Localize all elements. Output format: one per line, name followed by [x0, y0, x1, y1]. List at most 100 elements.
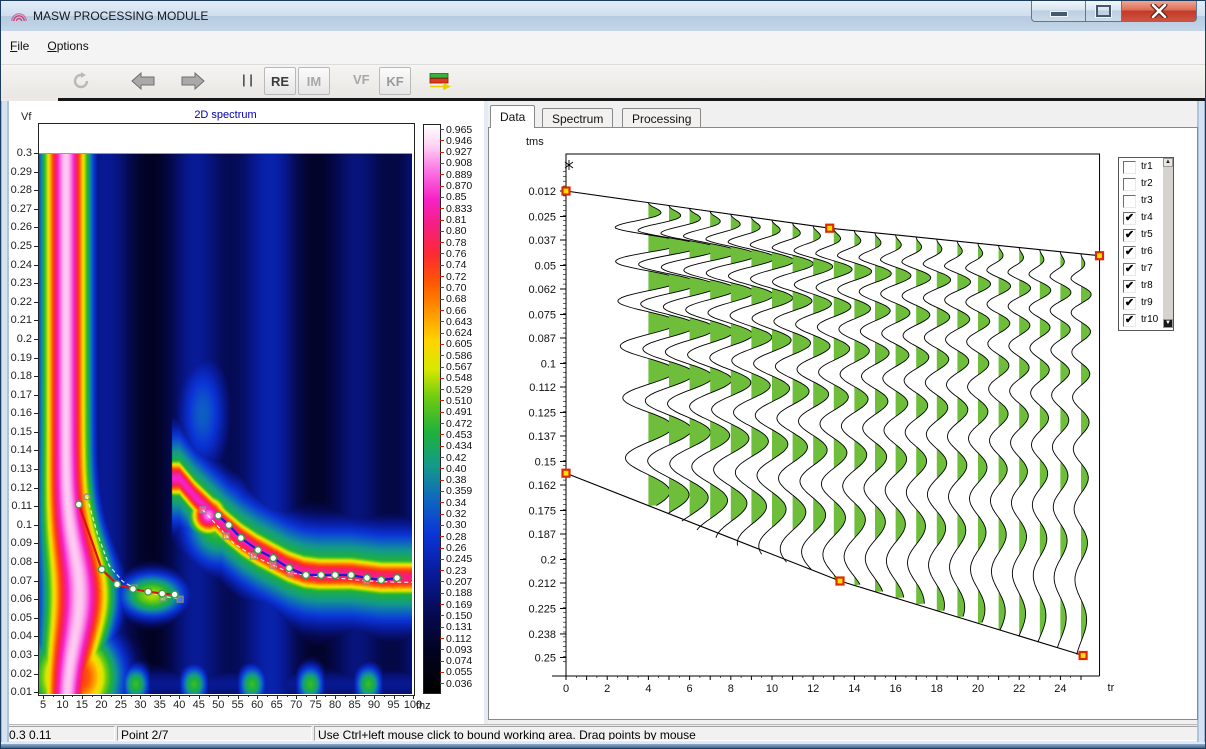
trace-checkbox-tr2[interactable]	[1123, 178, 1136, 191]
im-button[interactable]: IM	[298, 67, 330, 95]
maximize-button[interactable]	[1086, 1, 1122, 22]
bottom-boundary-line[interactable]	[566, 473, 1083, 655]
colorbar-tick-label: 0.169	[446, 599, 472, 611]
trace-checkbox-tr8[interactable]: ✔	[1123, 280, 1136, 293]
trace-checkbox-tr5[interactable]: ✔	[1123, 229, 1136, 242]
picked-curve-red-point[interactable]	[159, 590, 166, 597]
colorbar-tick	[440, 208, 444, 209]
ghost-point-square[interactable]	[200, 507, 206, 513]
menu-item-file[interactable]: File	[1, 31, 38, 53]
layers-flag-icon[interactable]	[429, 73, 451, 90]
trace-checkbox-tr7[interactable]: ✔	[1123, 263, 1136, 276]
picked-curve-blue-point[interactable]	[332, 572, 339, 579]
ghost-point-square[interactable]	[250, 553, 256, 559]
colorbar-tick	[440, 661, 444, 662]
scroll-down-button[interactable]: ▼	[1163, 319, 1173, 328]
colorbar-tick	[440, 253, 444, 254]
tab-processing[interactable]: Processing	[622, 108, 701, 128]
minimize-button[interactable]	[1031, 1, 1086, 22]
trace-checkbox-tr3[interactable]	[1123, 195, 1136, 208]
picked-curve-blue-point[interactable]	[238, 535, 245, 542]
spectrum-y-tick-label: 0.06	[9, 593, 32, 605]
trace-checkbox-tr6[interactable]: ✔	[1123, 246, 1136, 259]
picked-curve-red-point[interactable]	[114, 581, 121, 588]
spectrum-overlay[interactable]	[39, 153, 412, 694]
picked-curve-blue-point[interactable]	[286, 565, 293, 572]
spectrum-x-minortick	[287, 695, 288, 697]
spectrum-y-tick-label: 0.24	[9, 259, 32, 271]
ghost-point-square[interactable]	[223, 533, 229, 539]
colorbar-tick-label: 0.80	[446, 225, 466, 237]
status-coordinates: 0.3 0.11	[5, 726, 115, 741]
picked-curve-blue-point[interactable]	[348, 572, 355, 579]
scroll-up-button[interactable]: ▲	[1163, 158, 1173, 167]
tab-spectrum[interactable]: Spectrum	[542, 108, 613, 128]
picked-curve-red-point[interactable]	[171, 591, 178, 598]
boundary-marker[interactable]	[1096, 252, 1103, 259]
colorbar-tick-label: 0.965	[446, 124, 472, 136]
back-arrow-icon[interactable]	[131, 72, 155, 90]
trace-list-scrollbar[interactable]: ▲▼	[1163, 158, 1173, 328]
trace-wiggle-tr19	[945, 241, 971, 616]
trace-label: tr1	[1141, 161, 1153, 172]
trace-fill-tr11	[793, 223, 814, 562]
forward-arrow-icon[interactable]	[181, 72, 205, 90]
colorbar-tick-label: 0.453	[446, 429, 472, 441]
picked-curve-blue-point[interactable]	[255, 547, 262, 554]
picked-curve-red-point[interactable]	[145, 588, 152, 595]
trace-checkbox-tr1[interactable]	[1123, 161, 1136, 174]
picked-curve-blue-point[interactable]	[225, 522, 232, 529]
spectrum-y-tick-label: 0.28	[9, 184, 32, 196]
boundary-marker[interactable]	[563, 470, 570, 477]
picked-curve-blue-point[interactable]	[378, 577, 385, 584]
ghost-point-square[interactable]	[270, 562, 276, 568]
picked-curve-red-point[interactable]	[130, 586, 137, 593]
spectrum-x-minortick	[228, 695, 229, 697]
refresh-icon[interactable]	[71, 71, 91, 91]
spectrum-y-tick	[34, 395, 38, 396]
picked-curve-blue[interactable]	[218, 516, 397, 581]
colorbar-tick-label: 0.567	[446, 361, 472, 373]
seis-y-tick-label: 0.125	[528, 407, 556, 419]
title-bar[interactable]: MASW PROCESSING MODULE	[1, 1, 1205, 32]
re-button[interactable]: RE	[264, 67, 296, 95]
trace-checkbox-tr4[interactable]: ✔	[1123, 212, 1136, 225]
ghost-point-square[interactable]	[177, 596, 183, 602]
spectrum-x-minortick	[131, 695, 132, 697]
picked-curve-blue-point[interactable]	[318, 572, 325, 579]
kf-button[interactable]: KF	[379, 67, 411, 95]
spectrum-title: 2D spectrum	[38, 109, 413, 121]
picked-curve-blue-point[interactable]	[270, 555, 277, 562]
trace-label: tr8	[1141, 280, 1153, 291]
seismogram-plot[interactable]: 0.0120.0250.0370.050.0620.0750.0870.10.1…	[496, 129, 1196, 704]
seis-y-tick-label: 0.225	[528, 603, 556, 615]
boundary-marker[interactable]	[826, 225, 833, 232]
picked-curve-blue-point[interactable]	[303, 572, 310, 579]
picked-curve-blue-point[interactable]	[394, 575, 401, 582]
menu-item-options[interactable]: Options	[38, 31, 97, 53]
boundary-marker[interactable]	[837, 578, 844, 585]
spectrum-y-tick	[34, 450, 38, 451]
close-button[interactable]	[1122, 1, 1197, 22]
tab-data[interactable]: Data	[490, 105, 535, 128]
colorbar-tick	[440, 231, 444, 232]
picked-curve-red-point[interactable]	[98, 566, 105, 573]
top-boundary-line[interactable]	[566, 191, 1100, 256]
spectrum-x-minortick	[384, 695, 385, 697]
picked-curve-red-point[interactable]	[75, 501, 82, 508]
picked-curve-blue-point[interactable]	[364, 575, 371, 582]
seis-y-tick-label: 0.037	[528, 235, 556, 247]
spectrum-x-minortick	[248, 695, 249, 697]
boundary-marker[interactable]	[1080, 652, 1087, 659]
trace-fill-tr16	[896, 235, 911, 598]
boundary-marker[interactable]	[563, 188, 570, 195]
trace-checkbox-tr10[interactable]: ✔	[1123, 314, 1136, 327]
ghost-point-circle[interactable]	[84, 494, 90, 500]
picked-curve-blue-point[interactable]	[215, 512, 222, 519]
colorbar-tick	[440, 174, 444, 175]
trace-checkbox-tr9[interactable]: ✔	[1123, 297, 1136, 310]
spectrum-y-tick-label: 0.03	[9, 649, 32, 661]
colorbar-tick-label: 0.23	[446, 565, 466, 577]
trace-wiggle-tr25	[1071, 254, 1091, 655]
colorbar-tick-label: 0.946	[446, 135, 472, 147]
